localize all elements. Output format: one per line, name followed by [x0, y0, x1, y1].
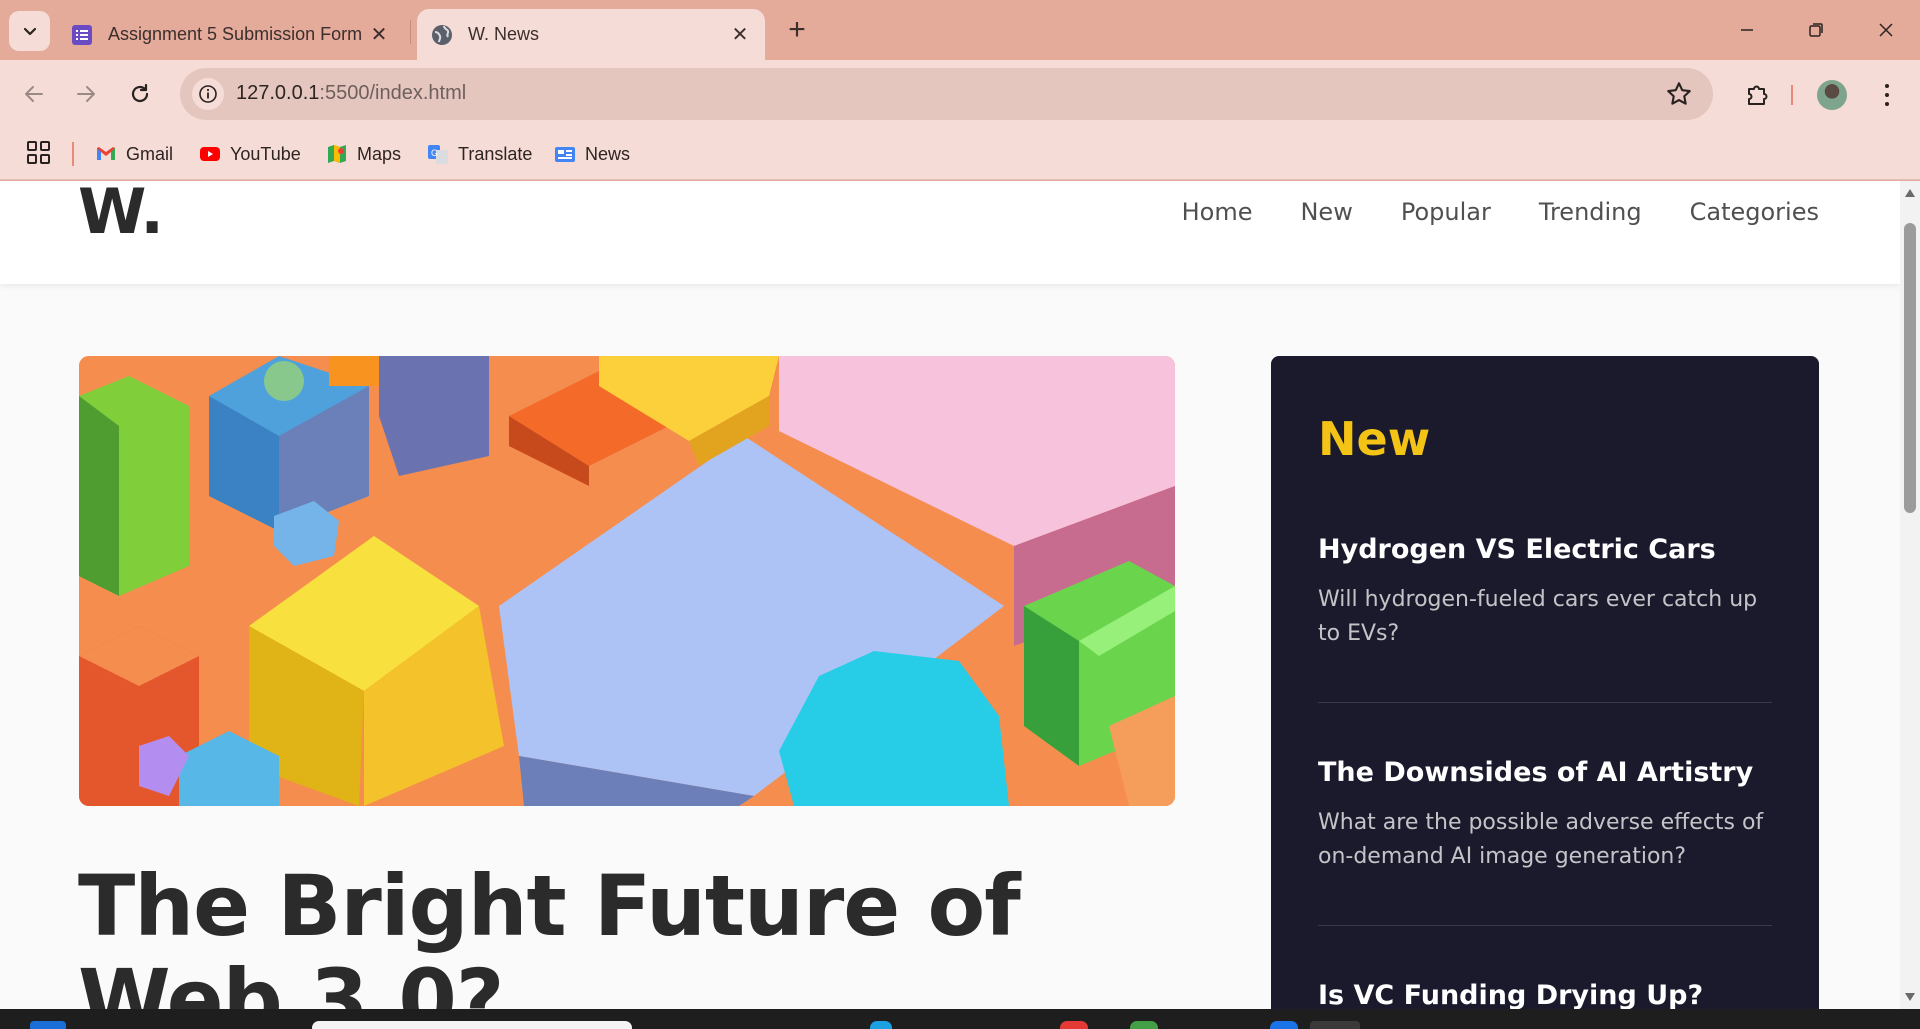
browser-toolbar: 127.0.0.1:5500/index.html: [0, 60, 1920, 128]
scroll-down-arrow[interactable]: [1905, 993, 1915, 1001]
url-text: 127.0.0.1:5500/index.html: [236, 82, 466, 105]
apps-grid-icon[interactable]: [26, 140, 52, 166]
tab-strip: Assignment 5 Submission Form ✕ W. News ✕…: [0, 0, 1920, 60]
address-bar[interactable]: 127.0.0.1:5500/index.html: [180, 68, 1713, 120]
article-title[interactable]: Is VC Funding Drying Up?: [1318, 980, 1772, 1009]
dot: [1885, 84, 1889, 88]
bookmark-maps[interactable]: Maps: [326, 139, 401, 169]
toolbar-divider: [1791, 85, 1793, 105]
bookmarks-bar: Gmail YouTube Maps G Translate News: [0, 128, 1920, 180]
reload-button[interactable]: [122, 76, 158, 112]
article-item[interactable]: The Downsides of AI Artistry What are th…: [1318, 757, 1772, 926]
tab-title: Assignment 5 Submission Form: [108, 24, 363, 44]
restore-icon: [1809, 23, 1823, 37]
bookmark-label: Gmail: [126, 143, 174, 164]
article-summary: What are the possible adverse effects of…: [1318, 810, 1764, 869]
taskbar-app[interactable]: [1060, 1021, 1088, 1029]
globe-icon: [432, 24, 452, 45]
taskbar-app[interactable]: [1130, 1021, 1158, 1029]
bookmark-label: Maps: [357, 143, 402, 164]
article-summary: Will hydrogen-fueled cars ever catch up …: [1318, 587, 1758, 646]
forms-icon: [72, 24, 92, 45]
info-icon: [199, 85, 217, 103]
back-button[interactable]: [16, 76, 52, 112]
main-nav: Home New Popular Trending Categories: [1182, 198, 1819, 226]
restore-button[interactable]: [1792, 12, 1840, 48]
youtube-icon: [200, 147, 220, 161]
article-item[interactable]: Is VC Funding Drying Up?: [1318, 980, 1772, 1009]
chevron-down-icon: [23, 27, 36, 36]
new-tab-button[interactable]: +: [781, 13, 813, 46]
minimize-icon: [1741, 29, 1753, 31]
url-path: :5500/index.html: [319, 82, 467, 104]
bookmark-label: Translate: [458, 143, 533, 164]
extensions-button[interactable]: [1740, 76, 1776, 112]
article-title[interactable]: Hydrogen VS Electric Cars: [1318, 534, 1772, 565]
reload-icon: [131, 83, 149, 103]
browser-menu-button[interactable]: [1872, 78, 1902, 112]
scrollbar-thumb[interactable]: [1904, 223, 1916, 513]
site-info-button[interactable]: [192, 78, 224, 110]
nav-popular[interactable]: Popular: [1401, 198, 1491, 226]
site-header: W. Home New Popular Trending Categories: [0, 181, 1900, 284]
svg-text:G: G: [431, 148, 438, 158]
close-tab-icon[interactable]: ✕: [729, 24, 751, 46]
taskbar-app[interactable]: [1270, 1021, 1298, 1029]
tab-assignment-form[interactable]: Assignment 5 Submission Form ✕: [57, 9, 404, 60]
nav-home[interactable]: Home: [1182, 198, 1253, 226]
bookmark-label: YouTube: [230, 143, 301, 164]
minimize-button[interactable]: [1723, 12, 1771, 48]
bookmark-news[interactable]: News: [554, 139, 630, 169]
new-articles-sidebar: New Hydrogen VS Electric Cars Will hydro…: [1271, 356, 1819, 1009]
arrow-left-icon: [25, 86, 43, 102]
bookmark-youtube[interactable]: YouTube: [199, 139, 301, 169]
site-logo[interactable]: W.: [78, 181, 164, 248]
dot: [1885, 93, 1889, 97]
bookmark-gmail[interactable]: Gmail: [95, 139, 173, 169]
taskbar-app[interactable]: [870, 1021, 892, 1029]
close-icon: [1879, 23, 1893, 37]
bookmark-star-icon[interactable]: [1665, 80, 1693, 108]
maps-icon: [328, 145, 346, 163]
nav-new[interactable]: New: [1300, 198, 1352, 226]
close-window-button[interactable]: [1862, 12, 1910, 48]
colorful-blocks-illustration: [79, 356, 1175, 806]
article-title[interactable]: The Downsides of AI Artistry: [1318, 757, 1772, 788]
dot: [1885, 102, 1889, 106]
article-item[interactable]: Hydrogen VS Electric Cars Will hydrogen-…: [1318, 534, 1772, 703]
tab-title: W. News: [468, 24, 540, 44]
scroll-up-arrow[interactable]: [1905, 189, 1915, 197]
os-taskbar: [0, 1009, 1920, 1029]
bookmarks-divider: [72, 142, 74, 166]
profile-avatar[interactable]: [1817, 80, 1847, 110]
nav-trending[interactable]: Trending: [1539, 198, 1642, 226]
url-host: 127.0.0.1: [236, 82, 320, 104]
tab-divider: [410, 20, 411, 44]
bookmark-label: News: [585, 143, 631, 164]
arrow-right-icon: [77, 86, 95, 102]
sidebar-title: New: [1318, 412, 1431, 466]
start-button[interactable]: [30, 1021, 66, 1029]
page-scrollbar[interactable]: [1900, 181, 1920, 1009]
nav-categories[interactable]: Categories: [1690, 198, 1819, 226]
tab-w-news[interactable]: W. News ✕: [417, 9, 765, 60]
news-icon: [555, 147, 575, 162]
tab-search-button[interactable]: [9, 11, 50, 51]
puzzle-icon: [1748, 85, 1768, 105]
hero-title[interactable]: The Bright Future of Web 3.0?: [78, 859, 1178, 1009]
taskbar-browser-active[interactable]: [1310, 1021, 1360, 1029]
taskbar-search[interactable]: [312, 1021, 632, 1029]
web-page: W. Home New Popular Trending Categories: [0, 181, 1900, 1009]
forward-button[interactable]: [68, 76, 104, 112]
translate-icon: G: [428, 145, 448, 164]
gmail-icon: [97, 147, 115, 160]
hero-image: [79, 356, 1175, 806]
close-tab-icon[interactable]: ✕: [368, 24, 390, 46]
bookmark-translate[interactable]: G Translate: [427, 139, 532, 169]
